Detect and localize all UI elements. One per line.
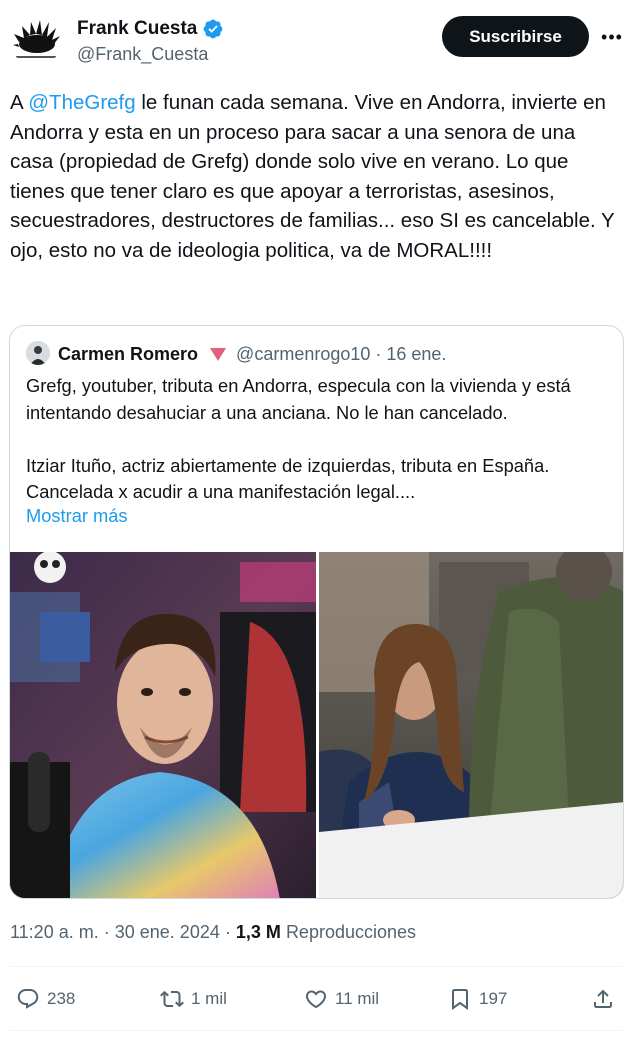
reply-icon bbox=[17, 989, 39, 1009]
views-count: 1,3 M bbox=[235, 922, 281, 942]
quoted-paragraph-1: Grefg, youtuber, tributa en Andorra, esp… bbox=[26, 375, 571, 423]
quoted-author-avatar[interactable] bbox=[26, 341, 50, 365]
author-handle[interactable]: @Frank_Cuesta bbox=[77, 44, 208, 65]
tweet-time[interactable]: 11:20 a. m. bbox=[10, 922, 99, 942]
quoted-media bbox=[10, 552, 623, 898]
media-photo-streamer[interactable] bbox=[10, 552, 316, 898]
mention-link[interactable]: @TheGrefg bbox=[28, 91, 135, 114]
quoted-date[interactable]: 16 ene. bbox=[386, 344, 446, 365]
bookmark-count: 197 bbox=[479, 989, 508, 1008]
porcupine-logo-icon bbox=[10, 14, 62, 66]
heart-icon bbox=[305, 990, 327, 1009]
author-display-name[interactable]: Frank Cuesta bbox=[77, 18, 197, 40]
share-icon bbox=[594, 989, 612, 1008]
tweet-text: A @TheGrefg le funan cada semana. Vive e… bbox=[10, 88, 622, 265]
show-more-link[interactable]: Mostrar más bbox=[26, 505, 128, 527]
meta-separator: · bbox=[103, 922, 110, 942]
repost-count: 1 mil bbox=[191, 989, 227, 1008]
tweet-date[interactable]: 30 ene. 2024 bbox=[115, 922, 220, 942]
quoted-author-name[interactable]: Carmen Romero bbox=[58, 344, 198, 365]
tweet-text-rest: le funan cada semana. Vive en Andorra, i… bbox=[10, 91, 615, 262]
like-count: 11 mil bbox=[335, 989, 380, 1008]
quoted-paragraph-2: Itziar Ituño, actriz abiertamente de izq… bbox=[26, 454, 550, 503]
bookmark-icon bbox=[452, 989, 468, 1010]
meta-separator-2: · bbox=[224, 922, 231, 942]
verified-badge-icon[interactable] bbox=[202, 18, 224, 40]
bookmark-button[interactable]: 197 bbox=[448, 975, 507, 1023]
like-button[interactable]: 11 mil bbox=[304, 975, 379, 1023]
quoted-paragraph-gap bbox=[26, 426, 616, 453]
divider-top bbox=[10, 966, 622, 967]
repost-button[interactable]: 1 mil bbox=[160, 975, 227, 1023]
quoted-header: Carmen Romero @carmenrogo10 · 16 ene. bbox=[58, 343, 446, 365]
share-button[interactable] bbox=[591, 975, 615, 1023]
reply-button[interactable]: 238 bbox=[16, 975, 75, 1023]
author-name-row[interactable]: Frank Cuesta bbox=[77, 16, 224, 42]
tweet-meta: 11:20 a. m. · 30 ene. 2024 · 1,3 M Repro… bbox=[10, 922, 416, 943]
subscribe-button[interactable]: Suscribirse bbox=[442, 16, 589, 57]
repost-icon bbox=[160, 990, 184, 1008]
quoted-author-handle[interactable]: @carmenrogo10 bbox=[236, 344, 370, 365]
views-label: Reproducciones bbox=[285, 922, 417, 942]
reply-count: 238 bbox=[47, 989, 76, 1008]
tweet-text-start: A bbox=[10, 91, 29, 114]
quoted-tweet[interactable]: Carmen Romero @carmenrogo10 · 16 ene. Gr… bbox=[9, 325, 624, 899]
tweet-actions: 238 1 mil 11 mil 197 bbox=[0, 975, 630, 1023]
red-triangle-icon bbox=[210, 347, 227, 361]
tweet-header: Frank Cuesta @Frank_Cuesta Suscribirse •… bbox=[0, 0, 630, 78]
divider-bottom bbox=[10, 1030, 622, 1031]
quoted-separator: · bbox=[375, 343, 382, 364]
quoted-text: Grefg, youtuber, tributa en Andorra, esp… bbox=[26, 373, 616, 506]
media-photo-protest[interactable] bbox=[319, 552, 623, 898]
author-avatar[interactable] bbox=[10, 14, 62, 66]
more-options-icon[interactable]: ••• bbox=[598, 23, 626, 51]
